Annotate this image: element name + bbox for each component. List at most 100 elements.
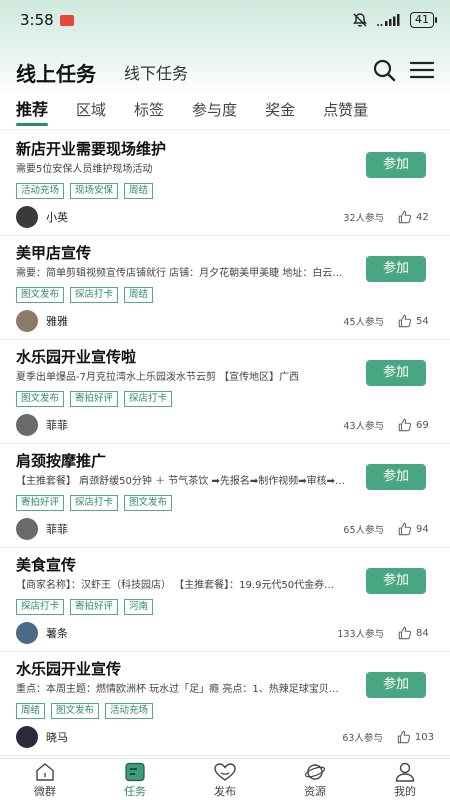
like-count: 54 — [416, 315, 429, 327]
filter-tabs: 推荐 区域 标签 参与度 奖金 点赞量 — [0, 98, 450, 130]
user-name[interactable]: 薯条 — [46, 625, 68, 641]
planet-icon — [304, 764, 326, 780]
join-button[interactable]: 参加 — [366, 256, 426, 282]
user-name[interactable]: 晓马 — [46, 729, 68, 745]
status-time: 3:58 — [20, 11, 54, 29]
participant-count: 45人参与 — [343, 317, 384, 328]
task-card[interactable]: 新店开业需要现场维护 需要5位安保人员维护现场活动 活动充场 现场安保 周结 参… — [0, 132, 450, 236]
task-tag: 图文发布 — [51, 703, 100, 719]
nav-publish[interactable]: 发布 — [180, 759, 270, 800]
thumbs-up-icon — [398, 418, 412, 432]
task-description: 夏季出单爆品-7月克拉湾水上乐园泼水节云剪 【宣传地区】广西 — [16, 372, 300, 383]
avatar[interactable] — [16, 726, 38, 748]
task-footer: 小英 32人参与 42 — [16, 205, 434, 229]
like-count: 84 — [416, 627, 429, 639]
nav-profile[interactable]: 我的 — [360, 759, 450, 800]
menu-icon[interactable] — [409, 60, 435, 84]
task-tag: 现场安保 — [70, 183, 119, 199]
task-tag: 活动充场 — [16, 183, 65, 199]
task-description: 需要：简单剪辑视频宣传店铺就行 店铺：月夕花朝美甲美睫 地址：白云… — [16, 268, 343, 279]
home-icon — [36, 763, 54, 781]
task-card[interactable]: 水乐园开业宣传啦 夏季出单爆品-7月克拉湾水上乐园泼水节云剪 【宣传地区】广西 … — [0, 340, 450, 444]
tab-likes[interactable]: 点赞量 — [323, 98, 368, 128]
nav-weiqun[interactable]: 微群 — [0, 759, 90, 800]
task-card[interactable]: 水乐园开业宣传 重点：本周主题：燃情欧洲杯 玩水过「足」瘾 亮点：1、热辣足球宝… — [0, 652, 450, 756]
nav-tasks[interactable]: 任务 — [90, 759, 180, 800]
thumbs-up-icon — [398, 314, 412, 328]
search-icon[interactable] — [372, 58, 396, 86]
user-icon — [395, 762, 415, 782]
task-tag: 寄拍好评 — [70, 391, 119, 407]
task-tag: 河南 — [124, 599, 154, 615]
like-button[interactable]: 103 — [397, 730, 434, 744]
task-tag: 探店打卡 — [16, 599, 65, 615]
like-button[interactable]: 69 — [398, 418, 434, 432]
task-description: 【主推套餐】 肩颈舒缓50分钟 ＋ 节气茶饮 ➡先报名➡制作视频➡审核➡… — [16, 476, 345, 487]
task-feed: 新店开业需要现场维护 需要5位安保人员维护现场活动 活动充场 现场安保 周结 参… — [0, 132, 450, 756]
task-footer: 菲菲 43人参与 69 — [16, 413, 434, 437]
task-footer: 晓马 63人参与 103 — [16, 725, 434, 749]
task-tag: 探店打卡 — [124, 391, 173, 407]
avatar[interactable] — [16, 622, 38, 644]
nav-label: 资源 — [304, 785, 326, 798]
like-count: 103 — [414, 731, 434, 743]
bottom-nav: 微群 任务 发布 资源 我的 — [0, 758, 450, 800]
avatar[interactable] — [16, 310, 38, 332]
like-button[interactable]: 54 — [398, 314, 434, 328]
like-count: 42 — [416, 211, 429, 223]
online-tasks-tab[interactable]: 线上任务 — [16, 58, 106, 87]
join-button[interactable]: 参加 — [366, 152, 426, 178]
task-tags: 探店打卡 寄拍好评 河南 — [16, 599, 434, 615]
user-name[interactable]: 菲菲 — [46, 521, 68, 537]
user-name[interactable]: 小英 — [46, 209, 68, 225]
user-name[interactable]: 雅雅 — [46, 313, 68, 329]
task-tag: 图文发布 — [124, 495, 173, 511]
avatar[interactable] — [16, 414, 38, 436]
task-tag: 周结 — [16, 703, 46, 719]
online-tasks-label: 线上任务 — [16, 61, 96, 86]
tab-participation[interactable]: 参与度 — [192, 98, 237, 128]
signal-icon — [376, 13, 402, 27]
tab-region[interactable]: 区域 — [76, 98, 106, 128]
avatar[interactable] — [16, 518, 38, 540]
task-tag: 寄拍好评 — [16, 495, 65, 511]
status-bar: 3:58 41 — [0, 0, 450, 40]
task-tag: 活动充场 — [105, 703, 154, 719]
join-button[interactable]: 参加 — [366, 568, 426, 594]
join-button[interactable]: 参加 — [366, 464, 426, 490]
task-card[interactable]: 肩颈按摩推广 【主推套餐】 肩颈舒缓50分钟 ＋ 节气茶饮 ➡先报名➡制作视频➡… — [0, 444, 450, 548]
battery-indicator: 41 — [410, 12, 437, 28]
join-button[interactable]: 参加 — [366, 672, 426, 698]
task-footer: 雅雅 45人参与 54 — [16, 309, 434, 333]
tab-recommend[interactable]: 推荐 — [16, 98, 49, 128]
task-tag: 周结 — [124, 287, 154, 303]
task-card[interactable]: 美甲店宣传 需要：简单剪辑视频宣传店铺就行 店铺：月夕花朝美甲美睫 地址：白云…… — [0, 236, 450, 340]
task-footer: 薯条 133人参与 84 — [16, 621, 434, 645]
task-list-icon — [125, 762, 145, 782]
like-button[interactable]: 84 — [398, 626, 434, 640]
nav-label: 我的 — [394, 785, 416, 798]
avatar[interactable] — [16, 206, 38, 228]
thumbs-up-icon — [398, 522, 412, 536]
task-tags: 寄拍好评 探店打卡 图文发布 — [16, 495, 434, 511]
task-description: 重点：本周主题：燃情欧洲杯 玩水过「足」瘾 亮点：1、热辣足球宝贝… — [16, 684, 339, 695]
thumbs-up-icon — [397, 730, 410, 744]
join-button[interactable]: 参加 — [366, 360, 426, 386]
task-card[interactable]: 美食宣传 【商家名称】：汉虾王（科技园店） 【主推套餐】：19.9元代50代金券… — [0, 548, 450, 652]
thumbs-up-icon — [398, 626, 412, 640]
tab-bonus[interactable]: 奖金 — [265, 98, 295, 128]
like-button[interactable]: 94 — [398, 522, 434, 536]
task-tags: 图文发布 寄拍好评 探店打卡 — [16, 391, 434, 407]
like-button[interactable]: 42 — [398, 210, 434, 224]
nav-label: 发布 — [214, 785, 236, 798]
task-tag: 探店打卡 — [70, 287, 119, 303]
user-name[interactable]: 菲菲 — [46, 417, 68, 433]
participant-count: 32人参与 — [343, 213, 384, 224]
offline-tasks-tab[interactable]: 线下任务 — [124, 60, 188, 84]
like-count: 94 — [416, 523, 429, 535]
nav-label: 微群 — [34, 785, 56, 798]
tab-tags[interactable]: 标签 — [134, 98, 164, 128]
participant-count: 65人参与 — [343, 525, 384, 536]
nav-resources[interactable]: 资源 — [270, 759, 360, 800]
participant-count: 63人参与 — [342, 733, 383, 744]
